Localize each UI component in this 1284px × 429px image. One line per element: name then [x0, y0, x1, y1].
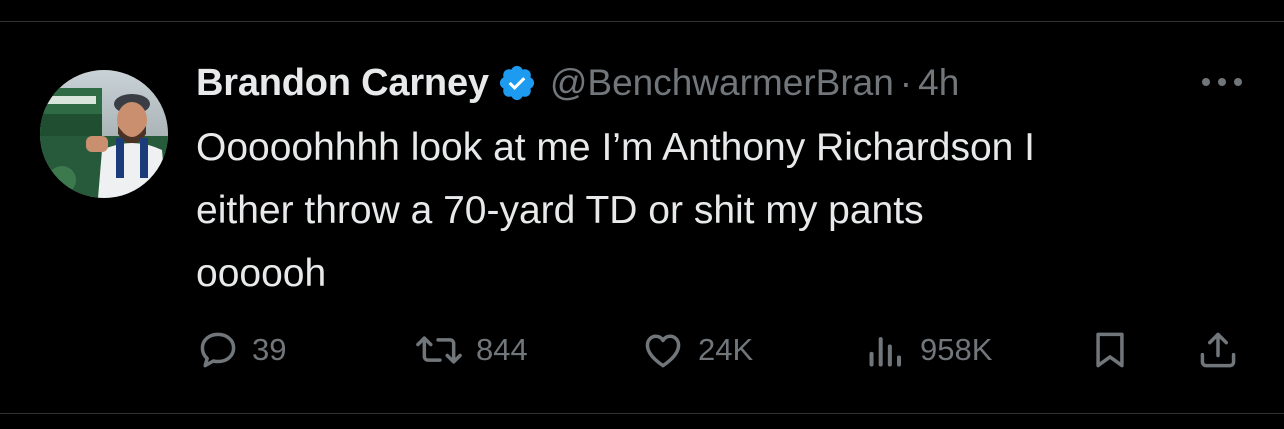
like-button[interactable]: 24K: [640, 326, 753, 374]
user-handle[interactable]: @BenchwarmerBran: [550, 62, 894, 104]
avatar-photo: [40, 70, 168, 198]
top-divider: [0, 21, 1284, 22]
speech-bubble-icon: [196, 328, 240, 372]
views-button[interactable]: 958K: [864, 326, 992, 374]
avatar[interactable]: [40, 70, 168, 198]
action-bar: 39 844 24K 958K: [196, 326, 1256, 374]
bookmark-icon: [1088, 328, 1132, 372]
heart-icon: [640, 328, 686, 372]
like-count: 24K: [698, 332, 754, 367]
retweet-arrows-icon: [414, 328, 464, 372]
retweet-count: 844: [476, 332, 528, 367]
verified-badge-icon: [497, 63, 537, 103]
retweet-button[interactable]: 844: [414, 326, 528, 374]
display-name[interactable]: Brandon Carney: [196, 62, 489, 105]
ellipsis-icon: [1202, 78, 1242, 86]
share-upload-icon: [1196, 328, 1240, 372]
bar-chart-icon: [864, 328, 908, 372]
bottom-divider: [0, 413, 1284, 414]
more-button[interactable]: [1196, 64, 1248, 100]
reply-count: 39: [252, 332, 287, 367]
tweet-header: Brandon Carney @BenchwarmerBran · 4h: [196, 58, 959, 108]
tweet-text: Ooooohhhh look at me I’m Anthony Richard…: [196, 126, 1035, 295]
separator-dot: ·: [899, 62, 913, 103]
views-count: 958K: [920, 332, 993, 367]
bookmark-button[interactable]: [1088, 326, 1132, 374]
reply-button[interactable]: 39: [196, 326, 286, 374]
share-button[interactable]: [1196, 326, 1240, 374]
timestamp[interactable]: 4h: [918, 62, 959, 104]
